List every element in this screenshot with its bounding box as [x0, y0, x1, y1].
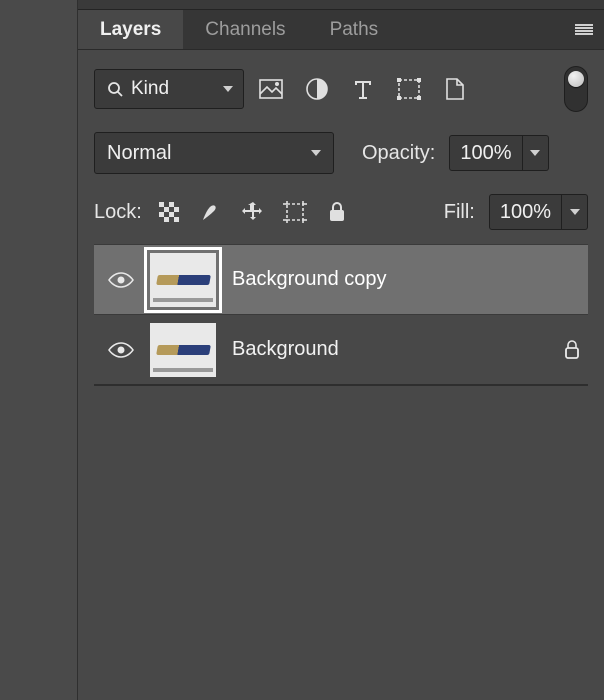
lock-transparency-icon[interactable]	[156, 199, 182, 225]
lock-fill-row: Lock: Fill: 100%	[94, 194, 588, 230]
opacity-dropdown-button[interactable]	[523, 135, 549, 171]
visibility-toggle[interactable]	[102, 341, 140, 359]
layer-list: Background copy Background	[94, 244, 588, 386]
tab-label: Channels	[205, 19, 285, 41]
filter-kind-select[interactable]: Kind	[94, 69, 244, 109]
locked-indicator-icon	[564, 340, 580, 360]
panel-menu-button[interactable]	[564, 10, 604, 49]
toggle-knob-icon	[568, 71, 584, 87]
chevron-down-icon	[223, 86, 233, 92]
type-layer-filter-icon[interactable]	[350, 76, 376, 102]
eye-icon	[108, 341, 134, 359]
blend-mode-label: Normal	[107, 142, 171, 165]
filter-toggle[interactable]	[564, 66, 588, 112]
pixel-layer-filter-icon[interactable]	[258, 76, 284, 102]
lock-all-icon[interactable]	[324, 199, 350, 225]
panel-top-divider	[78, 0, 604, 10]
eye-icon	[108, 271, 134, 289]
layer-name-label[interactable]: Background	[232, 338, 339, 361]
layers-panel: Layers Channels Paths Kind	[78, 0, 604, 700]
chevron-down-icon	[570, 209, 580, 215]
panel-body: Kind	[78, 50, 604, 700]
filter-kind-label: Kind	[131, 78, 169, 100]
shape-layer-filter-icon[interactable]	[396, 76, 422, 102]
tab-channels[interactable]: Channels	[183, 10, 307, 49]
lock-buttons	[156, 199, 350, 225]
layer-thumbnail[interactable]	[150, 253, 216, 307]
fill-value-input[interactable]: 100%	[489, 194, 562, 230]
lock-artboard-icon[interactable]	[282, 199, 308, 225]
panel-tabs: Layers Channels Paths	[78, 10, 604, 50]
blend-opacity-row: Normal Opacity: 100%	[94, 132, 588, 174]
blend-mode-select[interactable]: Normal	[94, 132, 334, 174]
tab-label: Paths	[330, 19, 379, 41]
chevron-down-icon	[530, 150, 540, 156]
opacity-value-input[interactable]: 100%	[449, 135, 522, 171]
chevron-down-icon	[311, 150, 321, 156]
smart-object-filter-icon[interactable]	[442, 76, 468, 102]
lock-pixels-icon[interactable]	[198, 199, 224, 225]
search-icon	[107, 81, 123, 97]
left-rail	[0, 0, 78, 700]
tab-paths[interactable]: Paths	[308, 10, 401, 49]
fill-dropdown-button[interactable]	[562, 194, 588, 230]
lock-position-icon[interactable]	[240, 199, 266, 225]
layer-name-label[interactable]: Background copy	[232, 268, 387, 291]
filter-type-icons	[258, 76, 468, 102]
hamburger-icon	[575, 24, 593, 36]
layer-list-end-divider	[94, 384, 588, 386]
opacity-label[interactable]: Opacity:	[362, 142, 435, 165]
tab-layers[interactable]: Layers	[78, 10, 183, 49]
filter-row: Kind	[94, 66, 588, 112]
visibility-toggle[interactable]	[102, 271, 140, 289]
adjustment-layer-filter-icon[interactable]	[304, 76, 330, 102]
layer-thumbnail[interactable]	[150, 323, 216, 377]
layer-row[interactable]: Background	[94, 314, 588, 384]
lock-label: Lock:	[94, 201, 142, 224]
fill-label[interactable]: Fill:	[444, 201, 475, 224]
layer-row[interactable]: Background copy	[94, 244, 588, 314]
tab-label: Layers	[100, 19, 161, 41]
